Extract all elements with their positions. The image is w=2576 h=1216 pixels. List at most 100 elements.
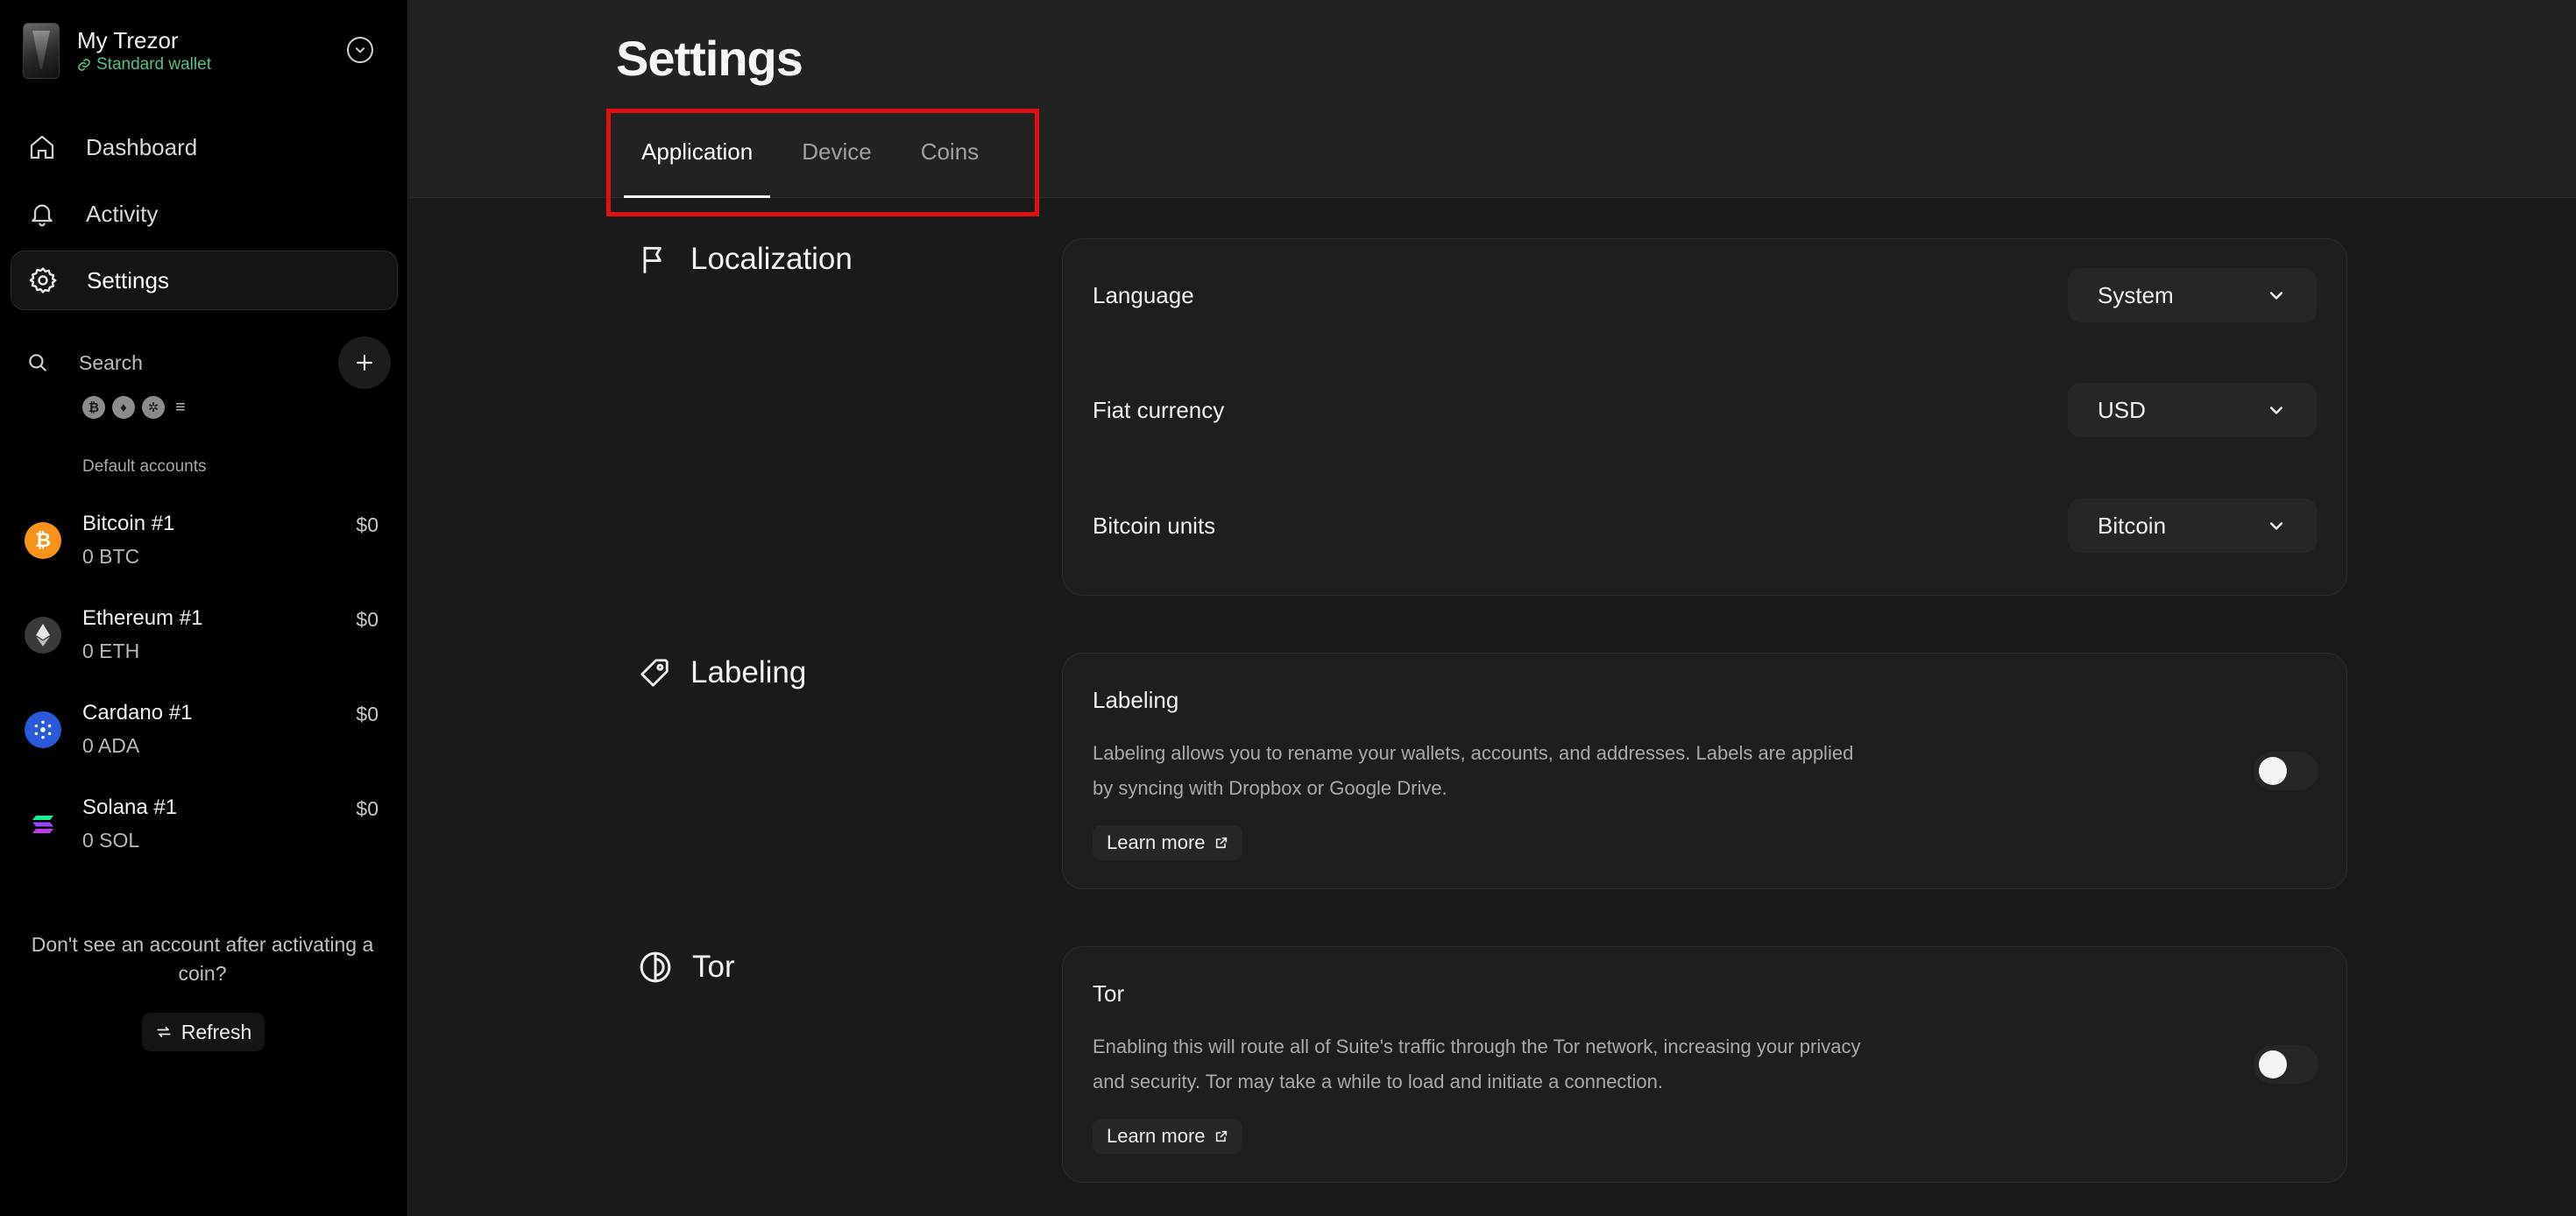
wallet-type: Standard wallet xyxy=(77,54,211,75)
sidebar-item-label: Activity xyxy=(86,200,159,227)
solana-filter-icon[interactable]: ≡ xyxy=(172,396,189,419)
sidebar-item-settings[interactable]: Settings xyxy=(11,251,398,310)
tag-icon xyxy=(640,659,669,687)
localization-card: Language System Fiat currency USD Bitcoi… xyxy=(1062,238,2347,596)
account-balance: 0 SOL xyxy=(82,829,140,852)
bell-icon xyxy=(26,198,58,230)
external-link-icon xyxy=(1215,837,1227,849)
labeling-card: Labeling Labeling allows you to rename y… xyxy=(1062,653,2347,889)
ethereum-icon xyxy=(25,617,61,654)
sidebar-item-label: Dashboard xyxy=(86,133,198,160)
tor-card: Tor Enabling this will route all of Suit… xyxy=(1062,946,2347,1183)
account-balance: 0 BTC xyxy=(82,545,140,568)
tor-icon xyxy=(640,951,671,983)
account-fiat-value: $0 xyxy=(356,797,379,820)
tor-heading: Tor xyxy=(638,950,735,985)
labeling-title: Labeling xyxy=(1093,687,1179,713)
sidebar: My Trezor Standard wallet Dashboard Acti… xyxy=(0,0,408,1216)
tor-description: Enabling this will route all of Suite's … xyxy=(1093,1036,1861,1092)
tor-learn-more-button[interactable]: Learn more xyxy=(1093,1119,1242,1154)
bitcoin-units-setting: Bitcoin units Bitcoin xyxy=(1093,498,2317,553)
account-item-cardano[interactable]: Cardano #1 0 ADA $0 xyxy=(23,696,382,766)
account-item-bitcoin[interactable]: ₿ Bitcoin #1 0 BTC $0 xyxy=(23,506,382,576)
language-setting: Language System xyxy=(1093,268,2317,322)
link-icon xyxy=(78,59,90,71)
search-icon xyxy=(29,354,46,371)
section-title: Tor xyxy=(692,950,735,984)
tab-coins[interactable]: Coins xyxy=(903,126,996,198)
account-fiat-value: $0 xyxy=(356,608,379,631)
refresh-icon xyxy=(157,1027,171,1037)
account-name: Bitcoin #1 xyxy=(82,512,175,535)
wallet-name: My Trezor xyxy=(77,27,179,53)
missing-account-hint: Don't see an account after activating a … xyxy=(31,933,374,985)
select-value: System xyxy=(2098,281,2174,308)
refresh-button[interactable]: Refresh xyxy=(142,1013,265,1051)
labeling-toggle[interactable] xyxy=(2254,752,2318,790)
setting-label: Fiat currency xyxy=(1093,396,1225,423)
section-title: Localization xyxy=(690,242,853,276)
account-name: Solana #1 xyxy=(82,795,178,819)
learn-more-label: Learn more xyxy=(1107,831,1206,853)
toggle-knob xyxy=(2259,1050,2287,1078)
add-account-button[interactable] xyxy=(338,336,391,389)
flag-icon xyxy=(643,246,662,273)
labeling-description: Labeling allows you to rename your walle… xyxy=(1093,742,1854,799)
fiat-currency-setting: Fiat currency USD xyxy=(1093,383,2317,437)
cardano-filter-icon[interactable]: ✲ xyxy=(142,396,165,419)
account-item-ethereum[interactable]: Ethereum #1 0 ETH $0 xyxy=(23,601,382,671)
setting-label: Language xyxy=(1093,281,1194,308)
plus-icon xyxy=(356,354,373,371)
chevron-down-icon xyxy=(2269,522,2283,530)
labeling-learn-more-button[interactable]: Learn more xyxy=(1093,825,1242,860)
account-search[interactable]: Search xyxy=(26,336,391,389)
chevron-down-icon xyxy=(2269,407,2283,414)
tab-application[interactable]: Application xyxy=(624,126,771,198)
bitcoin-icon: ₿ xyxy=(25,522,61,559)
external-link-icon xyxy=(1215,1130,1227,1142)
labeling-heading: Labeling xyxy=(638,655,806,690)
tor-toggle[interactable] xyxy=(2254,1045,2318,1084)
bitcoin-units-select[interactable]: Bitcoin xyxy=(2068,498,2317,553)
tab-device[interactable]: Device xyxy=(784,126,888,198)
home-icon xyxy=(26,131,58,163)
account-balance: 0 ETH xyxy=(82,640,140,662)
tab-label: Device xyxy=(802,138,872,165)
ethereum-filter-icon[interactable]: ♦ xyxy=(112,396,135,419)
bitcoin-filter-icon[interactable]: ₿ xyxy=(82,396,105,419)
cardano-icon xyxy=(25,711,61,748)
sidebar-item-label: Settings xyxy=(87,266,169,293)
toggle-knob xyxy=(2259,757,2287,785)
account-item-solana[interactable]: Solana #1 0 SOL $0 xyxy=(23,790,382,860)
fiat-currency-select[interactable]: USD xyxy=(2068,383,2317,437)
account-fiat-value: $0 xyxy=(356,513,379,536)
account-name: Cardano #1 xyxy=(82,701,193,725)
chevron-down-icon[interactable] xyxy=(347,37,373,63)
wallet-type-label: Standard wallet xyxy=(96,55,211,74)
select-value: Bitcoin xyxy=(2098,512,2167,539)
account-name: Ethereum #1 xyxy=(82,606,203,630)
sidebar-item-dashboard[interactable]: Dashboard xyxy=(11,117,398,177)
page-title: Settings xyxy=(616,31,803,86)
chevron-down-icon xyxy=(2269,292,2283,300)
account-balance: 0 ADA xyxy=(82,734,140,757)
localization-heading: Localization xyxy=(638,242,853,277)
settings-tabs: Application Device Coins xyxy=(624,126,996,198)
tab-label: Application xyxy=(641,138,754,165)
account-fiat-value: $0 xyxy=(356,703,379,725)
accounts-section-label: Default accounts xyxy=(82,457,207,476)
refresh-label: Refresh xyxy=(180,1020,252,1043)
solana-icon xyxy=(25,806,61,843)
tor-title: Tor xyxy=(1093,980,1125,1007)
trezor-device-icon xyxy=(23,23,60,79)
sidebar-item-activity[interactable]: Activity xyxy=(11,184,398,244)
gear-icon xyxy=(27,265,59,296)
select-value: USD xyxy=(2098,396,2146,423)
learn-more-label: Learn more xyxy=(1107,1125,1206,1147)
wallet-switcher[interactable]: My Trezor Standard wallet xyxy=(23,21,382,81)
tab-label: Coins xyxy=(920,138,980,165)
language-select[interactable]: System xyxy=(2068,268,2317,322)
setting-label: Bitcoin units xyxy=(1093,512,1216,539)
search-placeholder: Search xyxy=(79,350,143,374)
coin-filters: ₿ ♦ ✲ ≡ xyxy=(82,396,189,419)
